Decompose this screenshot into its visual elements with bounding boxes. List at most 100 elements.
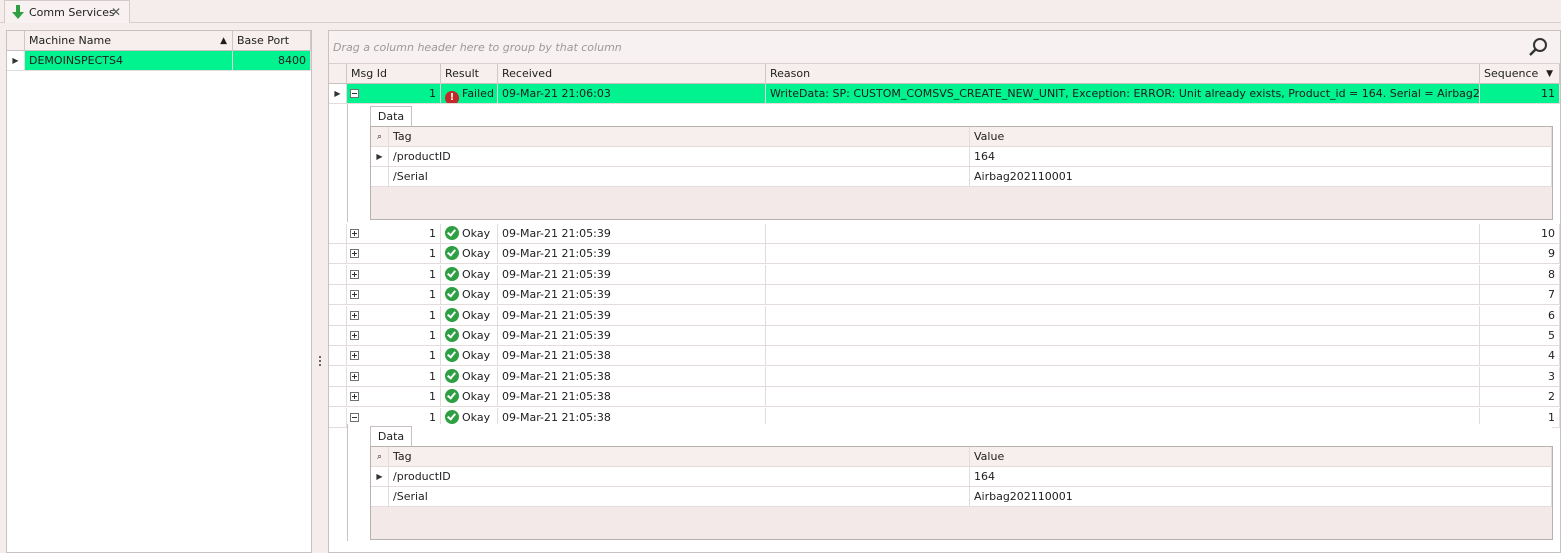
- expand-icon[interactable]: [350, 351, 359, 361]
- search-icon[interactable]: [1528, 37, 1548, 57]
- detail-data-grid: ⌕ Tag Value ▶ /productID 164 /Serial Air…: [370, 446, 1553, 540]
- column-header-machine-name[interactable]: Machine Name ▲: [25, 31, 233, 51]
- base-port-cell[interactable]: 8400: [233, 51, 311, 71]
- tag-cell[interactable]: /Serial: [389, 487, 970, 507]
- tab-comm-services[interactable]: Comm Services ✕: [4, 0, 130, 23]
- check-circle-icon: [445, 409, 459, 424]
- expand-icon[interactable]: [350, 229, 359, 238]
- messages-grid: Drag a column header here to group by th…: [328, 30, 1561, 553]
- row-indicator: [329, 264, 347, 285]
- collapse-icon[interactable]: [350, 89, 359, 98]
- filter-search-icon[interactable]: ⌕: [371, 127, 389, 147]
- received-cell: 09-Mar-21 21:05:39: [498, 305, 766, 326]
- sequence-cell: 7: [1480, 285, 1560, 306]
- check-circle-icon: [445, 307, 459, 322]
- sequence-cell: 3: [1480, 366, 1560, 387]
- close-icon[interactable]: ✕: [111, 5, 121, 19]
- expand-icon[interactable]: [350, 249, 359, 259]
- sort-descending-icon: ▼: [1546, 69, 1553, 79]
- detail-header: ⌕ Tag Value: [371, 447, 1552, 467]
- check-circle-icon: [445, 368, 459, 383]
- column-header-received[interactable]: Received: [498, 64, 766, 84]
- msg-id-cell: 1: [429, 349, 436, 363]
- message-row[interactable]: 1 Okay 09-Mar-21 21:05:39 7: [329, 285, 1560, 306]
- message-row-failed[interactable]: ▶ 1 ! Failed 09-Mar-21 21:06:03 WriteData…: [329, 84, 1560, 104]
- check-circle-icon: [445, 287, 459, 302]
- message-row[interactable]: 1 Okay 09-Mar-21 21:05:39 9: [329, 244, 1560, 265]
- tag-cell[interactable]: /productID: [389, 467, 970, 487]
- msg-id-cell: 1: [429, 87, 436, 100]
- column-header-msg-id[interactable]: Msg Id: [347, 64, 441, 84]
- message-row[interactable]: 1 Okay 09-Mar-21 21:05:39 6: [329, 305, 1560, 326]
- message-row[interactable]: 1 Okay 09-Mar-21 21:05:39 10: [329, 224, 1560, 244]
- detail-header: ⌕ Tag Value: [371, 127, 1552, 147]
- column-header-value[interactable]: Value: [970, 447, 1552, 467]
- value-cell[interactable]: 164: [970, 467, 1552, 487]
- reason-cell: [766, 346, 1480, 367]
- result-cell: Okay: [441, 387, 498, 408]
- detail-row[interactable]: /Serial Airbag202110001: [371, 167, 1552, 187]
- message-row[interactable]: 1 Okay 09-Mar-21 21:05:39 8: [329, 264, 1560, 285]
- reason-cell: WriteData: SP: CUSTOM_COMSVS_CREATE_NEW_…: [766, 84, 1480, 104]
- received-cell: 09-Mar-21 21:05:38: [498, 346, 766, 367]
- column-header-reason[interactable]: Reason: [766, 64, 1480, 84]
- message-row[interactable]: 1 Okay 09-Mar-21 21:05:38 3: [329, 366, 1560, 387]
- received-cell: 09-Mar-21 21:06:03: [498, 84, 766, 104]
- reason-cell: [766, 244, 1480, 265]
- received-cell: 09-Mar-21 21:05:39: [498, 285, 766, 306]
- sequence-cell: 5: [1480, 326, 1560, 346]
- row-indicator: [329, 326, 347, 346]
- message-row[interactable]: 1 Okay 09-Mar-21 21:05:38 4: [329, 346, 1560, 367]
- column-header-tag[interactable]: Tag: [389, 447, 970, 467]
- column-header-base-port[interactable]: Base Port: [233, 31, 311, 51]
- tab-data[interactable]: Data: [370, 106, 412, 126]
- machines-header: Machine Name ▲ Base Port: [7, 31, 311, 51]
- expand-icon[interactable]: [350, 269, 359, 279]
- row-indicator: [329, 366, 347, 387]
- expand-icon[interactable]: [350, 392, 359, 402]
- filter-search-icon[interactable]: ⌕: [371, 447, 389, 467]
- tag-cell[interactable]: /Serial: [389, 167, 970, 187]
- tab-data[interactable]: Data: [370, 426, 412, 446]
- reason-cell: [766, 285, 1480, 306]
- message-row[interactable]: 1 Okay 09-Mar-21 21:05:38 2: [329, 387, 1560, 408]
- message-row[interactable]: 1 Okay 09-Mar-21 21:05:39 5: [329, 326, 1560, 346]
- msg-id-cell: 1: [429, 267, 436, 281]
- expand-icon[interactable]: [350, 331, 359, 340]
- value-cell[interactable]: Airbag202110001: [970, 487, 1552, 507]
- expand-icon[interactable]: [350, 371, 359, 381]
- value-cell[interactable]: 164: [970, 147, 1552, 167]
- column-header-value[interactable]: Value: [970, 127, 1552, 147]
- result-cell: Okay: [441, 305, 498, 326]
- detail-row[interactable]: ▶ /productID 164: [371, 147, 1552, 167]
- msg-id-cell: 1: [429, 390, 436, 404]
- value-cell[interactable]: Airbag202110001: [970, 167, 1552, 187]
- group-by-panel[interactable]: Drag a column header here to group by th…: [329, 31, 1560, 64]
- download-arrow-icon: [12, 5, 24, 19]
- received-cell: 09-Mar-21 21:05:39: [498, 224, 766, 244]
- detail-row[interactable]: /Serial Airbag202110001: [371, 487, 1552, 507]
- tag-cell[interactable]: /productID: [389, 147, 970, 167]
- sequence-cell: 9: [1480, 244, 1560, 265]
- panel-splitter[interactable]: [318, 356, 322, 370]
- row-indicator: [329, 346, 347, 367]
- check-circle-icon: [445, 348, 459, 363]
- row-indicator: [329, 224, 347, 244]
- collapse-icon[interactable]: [350, 412, 359, 422]
- msg-id-cell: 1: [429, 227, 436, 240]
- machine-row[interactable]: ▶ DEMOINSPECTS4 8400: [7, 51, 311, 71]
- expand-icon[interactable]: [350, 310, 359, 320]
- result-cell: Okay: [441, 285, 498, 306]
- msg-id-cell: 1: [429, 308, 436, 322]
- column-header-tag[interactable]: Tag: [389, 127, 970, 147]
- expand-icon[interactable]: [350, 290, 359, 300]
- column-header-sequence[interactable]: Sequence ▼: [1480, 64, 1560, 84]
- machine-name-cell[interactable]: DEMOINSPECTS4: [25, 51, 233, 71]
- detail-row[interactable]: ▶ /productID 164: [371, 467, 1552, 487]
- column-header-result[interactable]: Result: [441, 64, 498, 84]
- machines-grid: Machine Name ▲ Base Port ▶ DEMOINSPECTS4…: [6, 30, 312, 553]
- row-indicator-icon: ▶: [7, 51, 25, 71]
- check-circle-icon: [445, 246, 459, 261]
- document-tabstrip: Comm Services ✕: [0, 0, 1561, 23]
- received-cell: 09-Mar-21 21:05:38: [498, 366, 766, 387]
